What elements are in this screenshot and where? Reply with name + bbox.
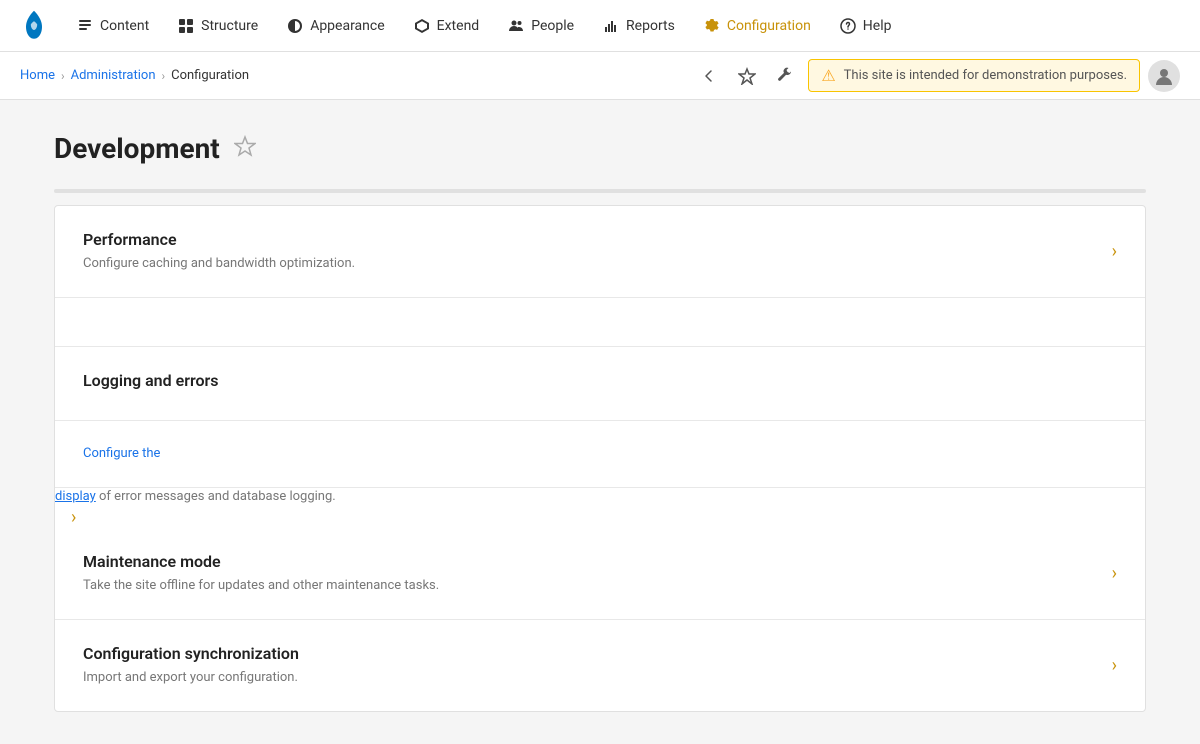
content-icon (76, 17, 94, 35)
page-bookmark-button[interactable] (232, 133, 258, 165)
page-star-icon (234, 135, 256, 157)
user-avatar[interactable] (1148, 60, 1180, 92)
nav-item-extend[interactable]: Extend (401, 11, 492, 41)
site-logo[interactable] (16, 8, 52, 44)
card-performance[interactable]: Performance Configure caching and bandwi… (55, 206, 1145, 298)
nav-item-reports[interactable]: Reports (590, 11, 687, 41)
bookmark-button[interactable] (732, 61, 762, 91)
main-content: Development Performance Configure cachin… (30, 100, 1170, 744)
card-logging-title: Logging and errors (83, 371, 219, 390)
nav-item-structure[interactable]: Structure (165, 11, 270, 41)
page-title-row: Development (54, 132, 1146, 165)
page-title: Development (54, 132, 220, 165)
back-button[interactable] (694, 61, 724, 91)
reports-icon (602, 17, 620, 35)
card-logging-errors[interactable] (55, 298, 1145, 347)
warning-icon: ⚠ (821, 66, 835, 85)
top-navigation: Content Structure Appearance Extend Peop… (0, 0, 1200, 52)
card-maintenance-desc: Take the site offline for updates and ot… (83, 577, 1096, 595)
demo-notice: ⚠ This site is intended for demonstratio… (808, 59, 1140, 92)
breadcrumb: Home › Administration › Configuration (20, 68, 686, 83)
demo-notice-text: This site is intended for demonstration … (844, 68, 1127, 83)
card-performance-title: Performance (83, 230, 1096, 249)
nav-item-people-label: People (531, 18, 574, 34)
star-toolbar-icon (738, 67, 756, 85)
card-config-sync-title: Configuration synchronization (83, 644, 1096, 663)
tools-icon (776, 67, 794, 85)
card-maintenance-mode[interactable]: Maintenance mode Take the site offline f… (55, 528, 1145, 620)
extend-icon (413, 17, 431, 35)
nav-item-configuration-label: Configuration (727, 18, 811, 34)
card-maintenance-content: Maintenance mode Take the site offline f… (83, 552, 1096, 595)
nav-item-people[interactable]: People (495, 11, 586, 41)
card-logging-content: Logging and errors Configure the display… (55, 347, 1145, 506)
logging-display-link[interactable]: display (55, 489, 96, 504)
card-performance-desc: Configure caching and bandwidth optimiza… (83, 255, 1096, 273)
configuration-icon (703, 17, 721, 35)
cards-container: Performance Configure caching and bandwi… (54, 205, 1146, 712)
nav-item-structure-label: Structure (201, 18, 258, 34)
card-performance-content: Performance Configure caching and bandwi… (83, 230, 1096, 273)
card-logging-errors[interactable]: Logging and errors (55, 347, 1145, 421)
nav-item-appearance-label: Appearance (310, 18, 384, 34)
toolbar: Home › Administration › Configuration ⚠ … (0, 52, 1200, 100)
card-logging-desc: Configure the display of error messages … (55, 421, 1145, 506)
card-performance-arrow: › (1112, 241, 1117, 262)
structure-icon (177, 17, 195, 35)
user-icon (1154, 66, 1174, 86)
card-logging-errors[interactable]: Configure the (55, 421, 1145, 488)
card-maintenance-arrow: › (1112, 563, 1117, 584)
card-config-sync[interactable]: Configuration synchronization Import and… (55, 620, 1145, 711)
card-config-sync-content: Configuration synchronization Import and… (83, 644, 1096, 687)
card-maintenance-title: Maintenance mode (83, 552, 1096, 571)
breadcrumb-administration[interactable]: Administration (71, 68, 156, 83)
nav-item-content[interactable]: Content (64, 11, 161, 41)
nav-item-extend-label: Extend (437, 18, 480, 34)
breadcrumb-home[interactable]: Home (20, 68, 55, 83)
nav-item-help[interactable]: Help (827, 11, 904, 41)
help-icon (839, 17, 857, 35)
nav-item-appearance[interactable]: Appearance (274, 11, 396, 41)
back-icon (700, 67, 718, 85)
nav-item-content-label: Content (100, 18, 149, 34)
breadcrumb-sep-2: › (162, 69, 166, 83)
card-config-sync-desc: Import and export your configuration. (83, 669, 1096, 687)
nav-item-help-label: Help (863, 18, 892, 34)
people-icon (507, 17, 525, 35)
nav-item-configuration[interactable]: Configuration (691, 11, 823, 41)
nav-item-reports-label: Reports (626, 18, 675, 34)
card-config-sync-arrow: › (1112, 655, 1117, 676)
tools-button[interactable] (770, 61, 800, 91)
appearance-icon (286, 17, 304, 35)
breadcrumb-sep-1: › (61, 69, 65, 83)
breadcrumb-current: Configuration (171, 68, 249, 83)
scroll-indicator (54, 189, 1146, 193)
card-logging-arrow: › (71, 507, 76, 528)
toolbar-actions: ⚠ This site is intended for demonstratio… (694, 59, 1180, 92)
